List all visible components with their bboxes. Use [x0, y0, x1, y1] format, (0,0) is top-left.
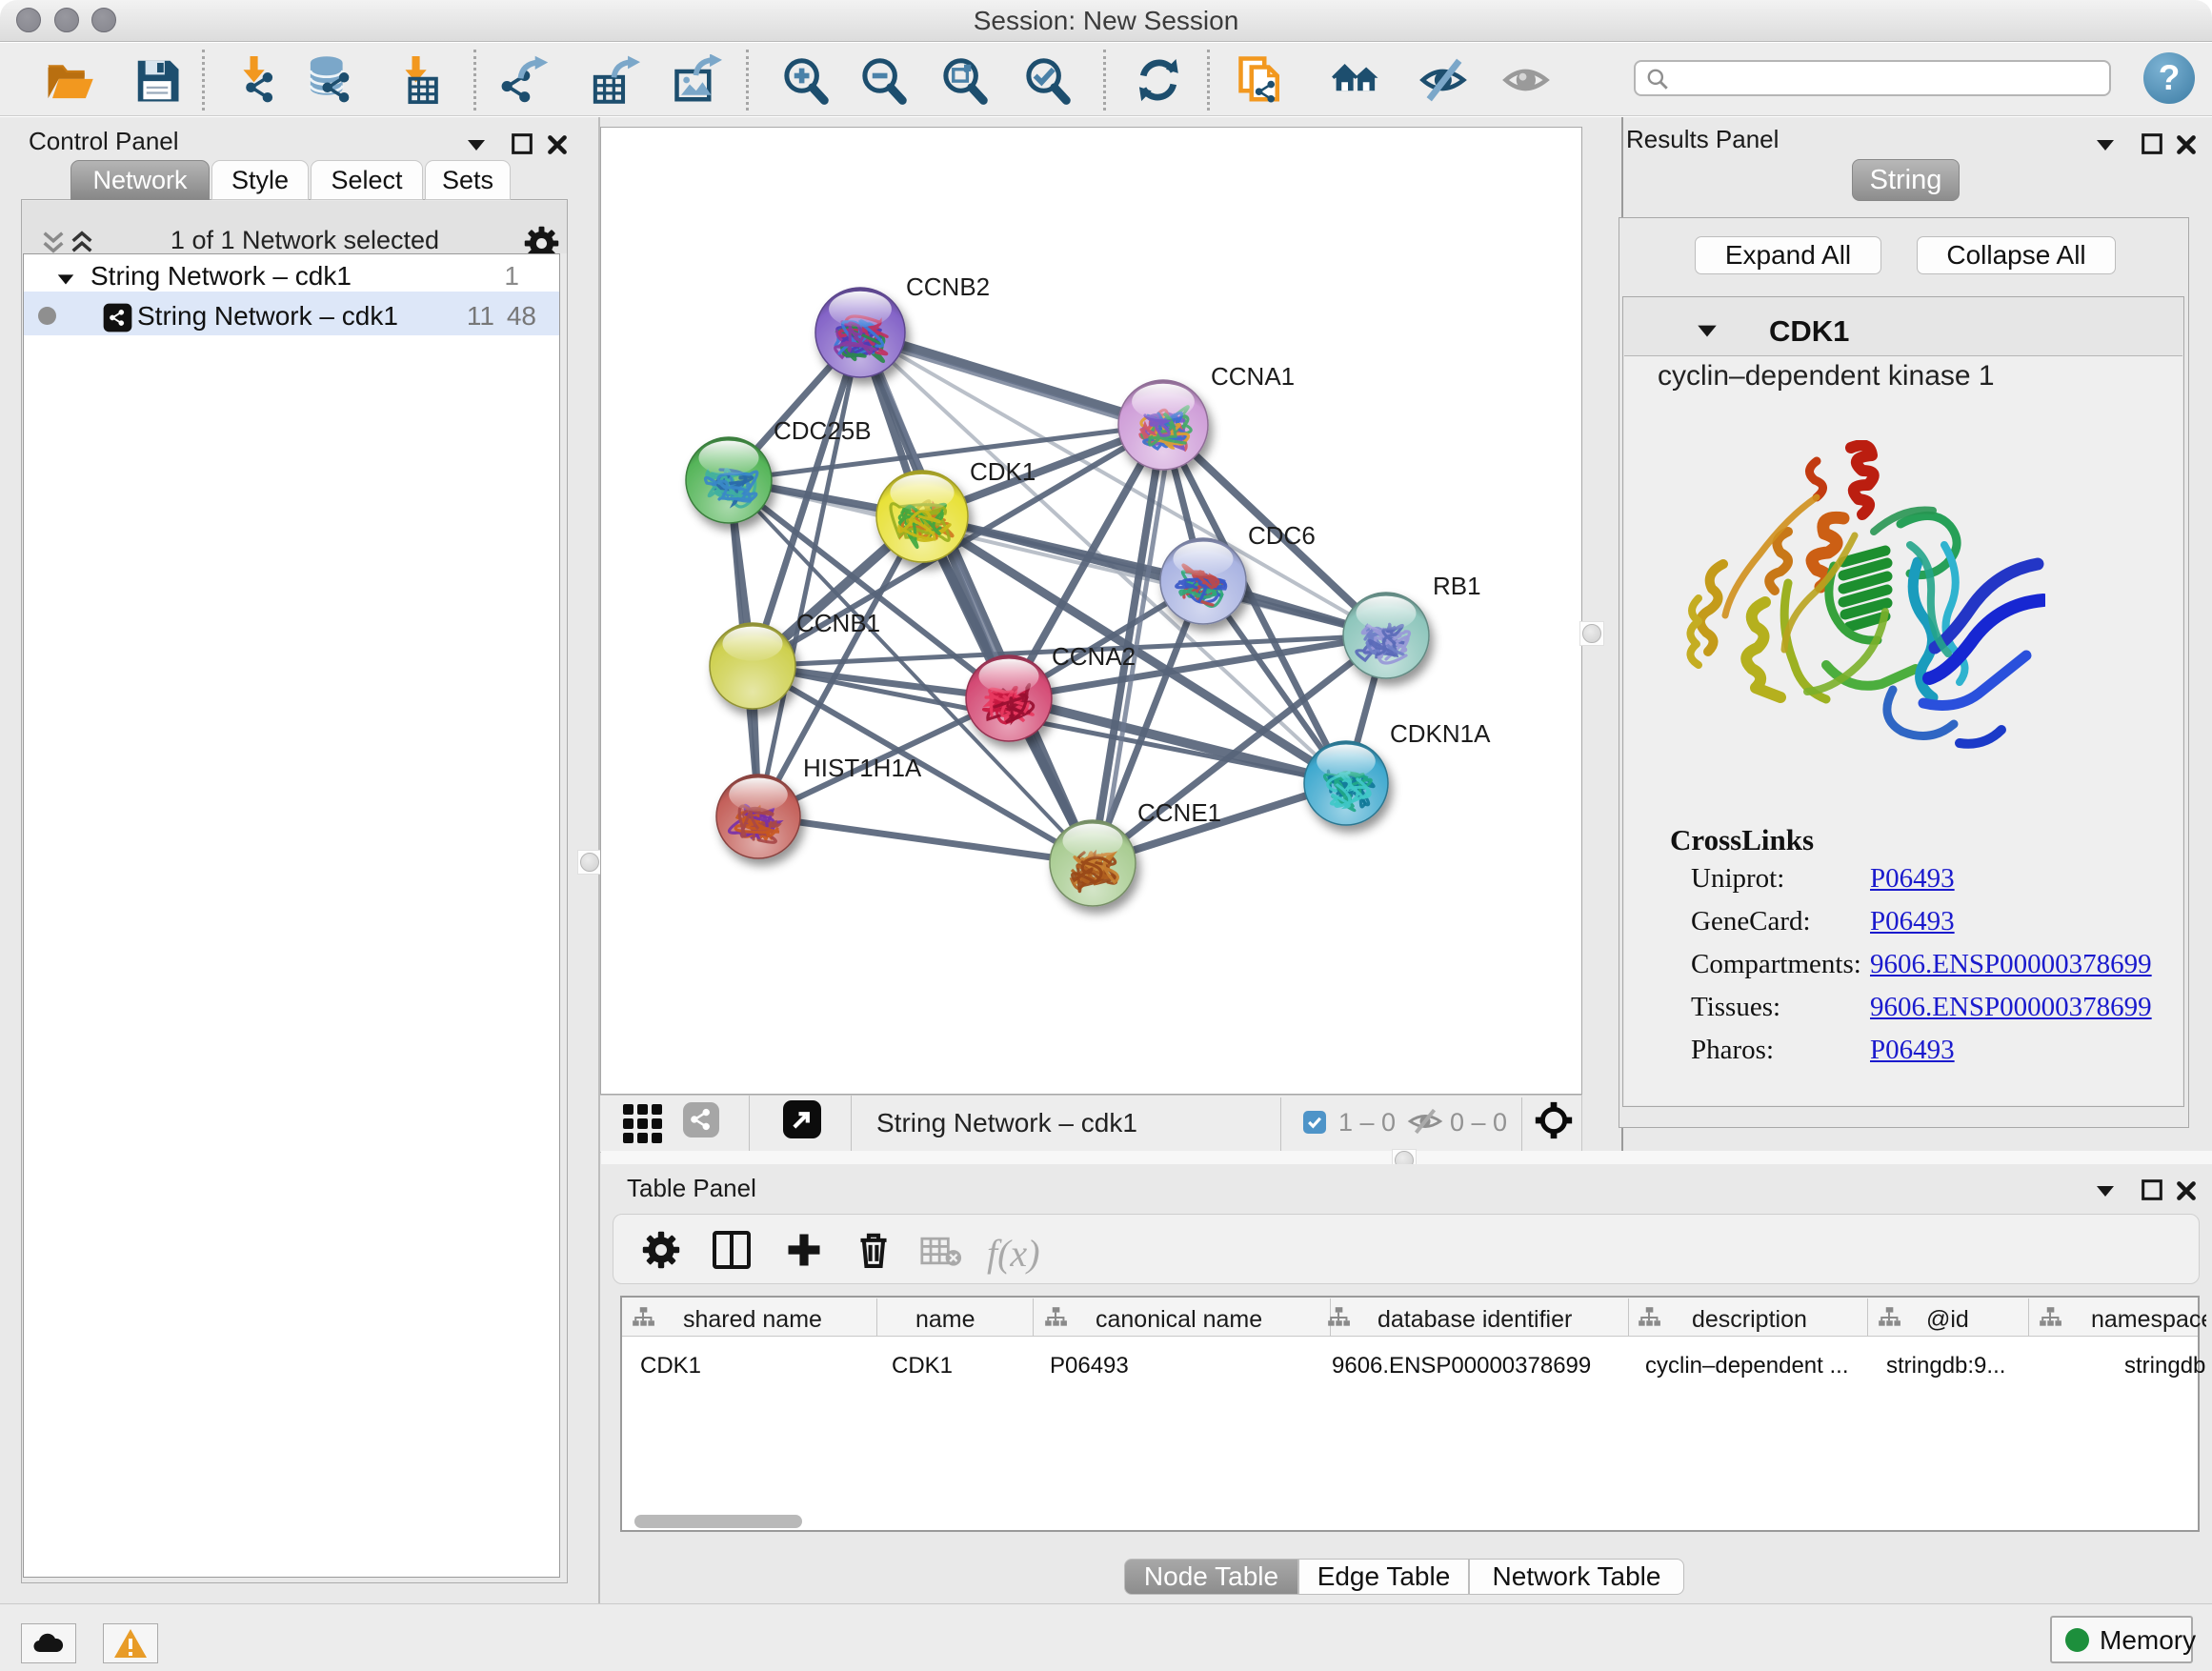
- svg-text:CDC6: CDC6: [1248, 521, 1316, 550]
- svg-text:CCNA2: CCNA2: [1052, 642, 1136, 671]
- svg-text:CDC25B: CDC25B: [774, 416, 872, 445]
- svg-text:HIST1H1A: HIST1H1A: [803, 754, 922, 782]
- svg-text:CCNB1: CCNB1: [796, 609, 880, 637]
- svg-text:CCNB2: CCNB2: [906, 272, 990, 301]
- svg-text:RB1: RB1: [1433, 572, 1481, 600]
- svg-text:CCNE1: CCNE1: [1137, 798, 1221, 827]
- svg-text:CCNA1: CCNA1: [1211, 362, 1295, 391]
- svg-text:CDKN1A: CDKN1A: [1390, 719, 1491, 748]
- svg-text:CDK1: CDK1: [970, 457, 1036, 486]
